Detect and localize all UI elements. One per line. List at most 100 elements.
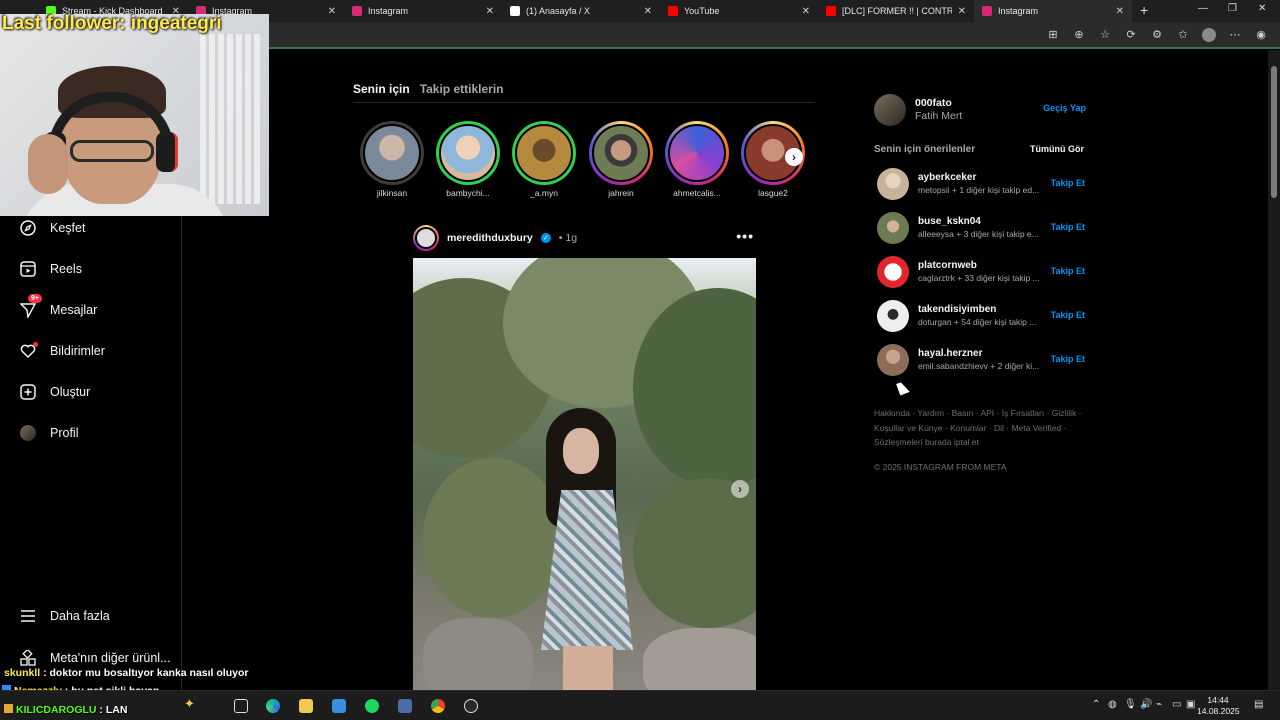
compass-icon	[20, 220, 36, 236]
webcam-overlay	[0, 14, 269, 216]
notifications-icon[interactable]: ▤	[1254, 699, 1263, 710]
post-author-avatar[interactable]	[413, 225, 439, 251]
profile-icon[interactable]	[1202, 28, 1216, 45]
screen: Stream - Kick Dashboard ✕ Instagram ✕ In…	[0, 0, 1280, 720]
image-next-button[interactable]: ›	[731, 480, 749, 498]
suggestion-avatar[interactable]	[877, 300, 909, 332]
suggestion-item: ayberkceker metopsii + 1 diğer kişi taki…	[877, 168, 1087, 200]
follow-button[interactable]: Takip Et	[1051, 266, 1085, 276]
mouse-cursor-icon	[896, 380, 910, 396]
volume-icon[interactable]: 🔊	[1140, 699, 1152, 710]
store-icon[interactable]	[332, 699, 346, 713]
tab-youtube-dlc[interactable]: [DLC] FORMER !! | CONTROL: TH ✕	[818, 0, 974, 22]
tab-youtube[interactable]: YouTube ✕	[660, 0, 818, 22]
close-window-button[interactable]: ✕	[1258, 3, 1266, 14]
sparkle-widget-icon[interactable]: ✦	[184, 696, 198, 711]
task-view-icon[interactable]	[234, 699, 248, 713]
current-user-avatar[interactable]	[874, 94, 906, 126]
nav-explore[interactable]: Keşfet	[20, 220, 85, 236]
story-ring	[436, 121, 500, 185]
nav-profile[interactable]: Profil	[20, 425, 78, 441]
meta-grid-icon	[20, 650, 36, 666]
menu-icon[interactable]: ⋯	[1228, 28, 1242, 45]
nav-messages[interactable]: 9+ Mesajlar	[20, 294, 97, 318]
chat-message: skunkll : doktor mu bosaltıyor kanka nas…	[4, 667, 249, 679]
tab-instagram-2[interactable]: Instagram ✕	[344, 0, 502, 22]
switch-account-link[interactable]: Geçiş Yap	[1043, 103, 1086, 113]
battery-icon[interactable]: ▭	[1172, 699, 1181, 710]
suggestion-avatar[interactable]	[877, 212, 909, 244]
tab-x[interactable]: (1) Anasayfa / X ✕	[502, 0, 660, 22]
follow-button[interactable]: Takip Et	[1051, 354, 1085, 364]
story-item[interactable]: ahmetcalis...	[665, 121, 729, 198]
edge-browser-icon[interactable]	[266, 699, 280, 713]
app-available-icon[interactable]: ⊞	[1046, 28, 1060, 45]
tab-instagram-active[interactable]: Instagram ✕	[974, 0, 1132, 22]
spotify-icon[interactable]	[365, 699, 379, 713]
zoom-icon[interactable]: ⊕	[1072, 28, 1086, 45]
heart-icon	[20, 342, 38, 359]
tray-chevron-icon[interactable]: ⌃	[1092, 699, 1100, 710]
close-tab-icon[interactable]: ✕	[644, 6, 652, 17]
nav-reels[interactable]: Reels	[20, 261, 82, 277]
follow-button[interactable]: Takip Et	[1051, 310, 1085, 320]
chat-message: KILICDAROGLU : LAN	[4, 704, 127, 716]
close-tab-icon[interactable]: ✕	[486, 6, 494, 17]
post-image[interactable]: ›	[413, 258, 756, 690]
current-user-fullname: Fatih Mert	[915, 110, 963, 122]
favorite-star-icon[interactable]: ☆	[1098, 28, 1112, 45]
story-item[interactable]: jilkinsan	[360, 121, 424, 198]
chrome-icon[interactable]	[431, 699, 445, 713]
system-clock[interactable]: 14:44 14.08.2025	[1197, 695, 1240, 717]
close-tab-icon[interactable]: ✕	[1116, 6, 1124, 17]
follow-button[interactable]: Takip Et	[1051, 178, 1085, 188]
nav-meta-products[interactable]: Meta'nın diğer ürünl...	[20, 650, 171, 666]
story-item[interactable]: jahrein	[589, 121, 653, 198]
tab-for-you[interactable]: Senin için	[353, 82, 410, 96]
story-item[interactable]: _a.myn	[512, 121, 576, 198]
restore-button[interactable]: ❐	[1228, 3, 1237, 14]
tray-app-icon[interactable]: ◍	[1108, 699, 1117, 710]
suggestion-avatar[interactable]	[877, 344, 909, 376]
favorites-icon[interactable]: ✩	[1176, 28, 1190, 45]
story-ring	[665, 121, 729, 185]
suggestion-avatar[interactable]	[877, 168, 909, 200]
story-ring	[512, 121, 576, 185]
network-icon[interactable]: ⌁	[1156, 699, 1162, 710]
close-tab-icon[interactable]: ✕	[328, 6, 336, 17]
reels-icon	[20, 261, 36, 277]
nav-create[interactable]: Oluştur	[20, 384, 90, 400]
suggestion-item: takendisiyimben doturgan + 54 diğer kişi…	[877, 300, 1087, 332]
minimize-button[interactable]: —	[1198, 3, 1208, 14]
calculator-icon[interactable]	[398, 699, 412, 713]
post-author-username[interactable]: meredithduxbury	[447, 232, 533, 244]
refresh-icon[interactable]: ⟳	[1124, 28, 1138, 45]
scrollbar-thumb[interactable]	[1271, 66, 1277, 198]
copilot-icon[interactable]: ◉	[1254, 28, 1268, 45]
nav-notifications[interactable]: Bildirimler	[20, 342, 105, 359]
suggestion-avatar[interactable]	[877, 256, 909, 288]
footer-links[interactable]: Hakkında · Yardım · Basın · API · İş Fır…	[874, 406, 1086, 450]
post-time: • 1g	[558, 232, 578, 244]
nav-more[interactable]: Daha fazla	[20, 608, 110, 624]
stories-next-button[interactable]: ›	[785, 148, 803, 166]
file-explorer-icon[interactable]	[299, 699, 313, 713]
story-item[interactable]: bambychi...	[436, 121, 500, 198]
streamer-hand	[28, 134, 68, 194]
new-tab-button[interactable]: +	[1140, 2, 1148, 18]
post-options-icon[interactable]: •••	[736, 228, 754, 244]
close-tab-icon[interactable]: ✕	[802, 6, 810, 17]
close-tab-icon[interactable]: ✕	[958, 6, 966, 17]
current-username[interactable]: 000fato	[915, 97, 952, 109]
follow-button[interactable]: Takip Et	[1051, 222, 1085, 232]
clipboard-icon[interactable]: ▣	[1186, 699, 1195, 710]
see-all-link[interactable]: Tümünü Gör	[1030, 144, 1084, 154]
post-header: meredithduxbury ✓ • 1g •••	[413, 224, 756, 252]
tab-following[interactable]: Takip ettiklerin	[420, 82, 504, 96]
toolbar-icons: ⊞ ⊕ ☆ ⟳ ⚙ ✩ ⋯ ◉	[1046, 28, 1268, 45]
page-scrollbar[interactable]	[1268, 50, 1280, 690]
microphone-icon[interactable]: 🎙	[1124, 699, 1137, 710]
extensions-icon[interactable]: ⚙	[1150, 28, 1164, 45]
profile-avatar	[20, 425, 36, 441]
obs-icon[interactable]	[464, 699, 478, 713]
